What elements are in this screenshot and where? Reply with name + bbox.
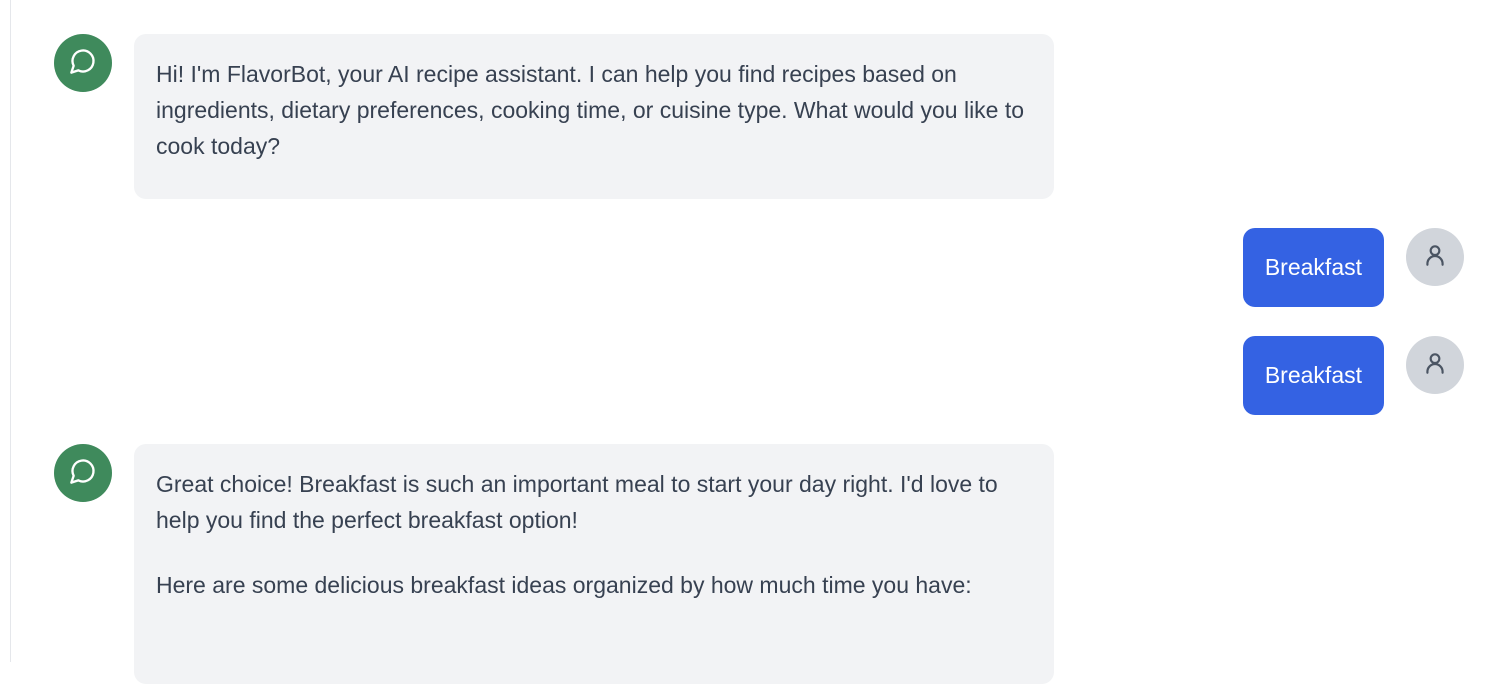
user-icon [1422,242,1448,273]
user-avatar [1406,336,1464,394]
bot-avatar [54,444,112,502]
chat-panel-divider [10,0,11,662]
bot-message-text: Here are some delicious breakfast ideas … [156,572,972,598]
user-avatar [1406,228,1464,286]
chat-bubble-icon [69,47,97,80]
user-message: Breakfast [1242,228,1384,307]
user-message: Breakfast [1242,336,1384,415]
bot-message-text: Hi! I'm FlavorBot, your AI recipe assist… [156,61,1025,159]
bot-message-text: Great choice! Breakfast is such an impor… [156,471,998,533]
user-message-text: Breakfast [1264,254,1362,280]
user-icon [1422,350,1448,381]
user-message-text: Breakfast [1264,362,1362,388]
bot-avatar [54,34,112,92]
bot-message: Great choice! Breakfast is such an impor… [134,444,1054,684]
chat-bubble-icon [69,457,97,490]
bot-message: Hi! I'm FlavorBot, your AI recipe assist… [134,34,1054,199]
